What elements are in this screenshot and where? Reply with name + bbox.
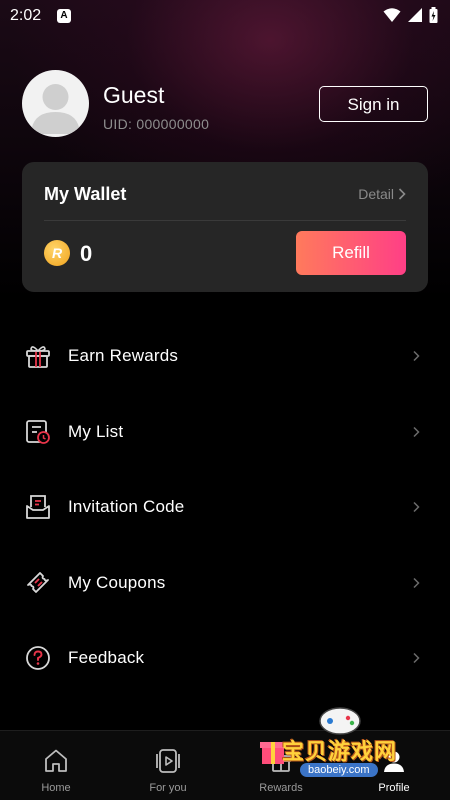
nav-profile[interactable]: Profile (338, 731, 450, 800)
menu-item-label: My List (68, 421, 124, 441)
gift-icon (26, 346, 50, 368)
wifi-icon (383, 8, 401, 22)
status-bar: 2:02 A (0, 0, 450, 32)
chevron-right-icon (413, 653, 420, 664)
profile-header: Guest UID: 000000000 Sign in (22, 70, 432, 140)
chevron-right-icon (413, 577, 420, 588)
menu-item-my-list[interactable]: My List (0, 394, 450, 470)
menu-item-label: Invitation Code (68, 497, 185, 517)
nav-for-you[interactable]: For you (112, 731, 224, 800)
chevron-right-icon (398, 188, 406, 200)
coin-balance: 0 (80, 241, 93, 266)
battery-icon (429, 7, 438, 23)
list-clock-icon (26, 419, 50, 444)
menu-item-my-coupons[interactable]: My Coupons (0, 545, 450, 621)
wallet-card: My Wallet Detail R 0 Refill (22, 162, 428, 292)
wallet-title: My Wallet (44, 184, 127, 204)
chevron-right-icon (413, 502, 420, 513)
chevron-right-icon (413, 426, 420, 437)
sign-in-button[interactable]: Sign in (319, 86, 428, 122)
chevron-right-icon (413, 350, 420, 362)
signal-icon (408, 8, 422, 22)
wallet-detail-link[interactable]: Detail (358, 186, 406, 202)
profile-screen: 2:02 A Guest UID: 000000000 Sign in My W… (0, 0, 450, 800)
ticket-icon (27, 571, 49, 593)
nav-label: Profile (378, 782, 410, 794)
coin-icon: R (44, 240, 70, 266)
wallet-divider (44, 220, 406, 221)
wallet-detail-label: Detail (358, 186, 394, 202)
status-time: 2:02 (10, 7, 42, 24)
nav-rewards[interactable]: Rewards (225, 731, 337, 800)
user-name: Guest (103, 82, 165, 108)
video-icon (156, 749, 180, 773)
user-uid: UID: 000000000 (103, 116, 210, 132)
app-notification-icon: A (57, 9, 71, 23)
default-avatar-icon (31, 84, 80, 134)
question-icon (26, 646, 50, 671)
nav-home[interactable]: Home (0, 731, 112, 800)
menu-item-invitation-code[interactable]: Invitation Code (0, 469, 450, 545)
refill-button[interactable]: Refill (296, 231, 406, 275)
menu-item-feedback[interactable]: Feedback (0, 620, 450, 696)
profile-icon (384, 751, 404, 772)
menu-list: Earn Rewards My List Invitation Code My … (0, 318, 450, 696)
nav-label: Home (41, 782, 71, 794)
avatar[interactable] (22, 70, 89, 137)
menu-item-label: My Coupons (68, 572, 166, 592)
nav-label: For you (149, 782, 187, 794)
menu-item-earn-rewards[interactable]: Earn Rewards (0, 318, 450, 394)
gift-icon (270, 755, 292, 772)
status-indicators (383, 7, 438, 23)
home-icon (45, 749, 67, 772)
menu-item-label: Earn Rewards (68, 346, 179, 365)
nav-label: Rewards (259, 782, 303, 794)
bottom-nav: Home For you Rewards Profile (0, 730, 450, 800)
menu-item-label: Feedback (68, 648, 145, 668)
invitation-icon (26, 495, 50, 520)
